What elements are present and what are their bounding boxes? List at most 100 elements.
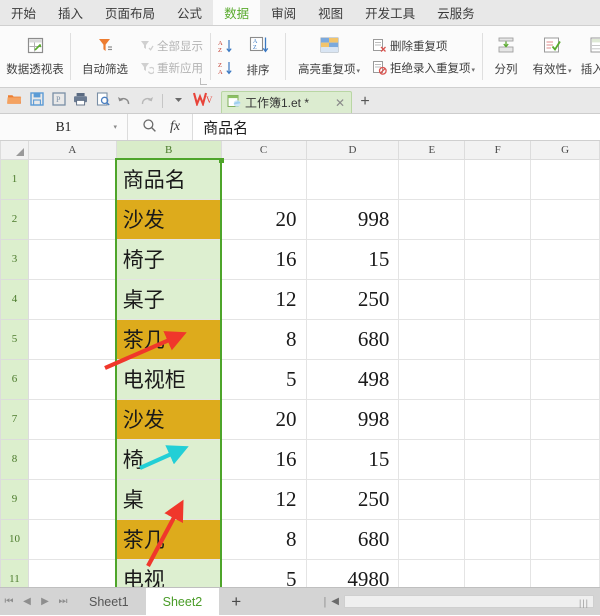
row-header-7[interactable]: 7 <box>0 398 29 440</box>
cell-G10[interactable] <box>530 518 600 560</box>
cell-A10[interactable] <box>27 518 117 560</box>
cell-F5[interactable] <box>464 318 532 360</box>
reapply-button[interactable]: 重新应用 <box>136 57 206 79</box>
cell-A9[interactable] <box>27 478 117 520</box>
document-tab-close-icon[interactable]: ✕ <box>335 96 345 110</box>
cell-E9[interactable] <box>398 478 466 520</box>
cell-A5[interactable] <box>27 318 117 360</box>
cell-C3[interactable]: 16 <box>220 238 307 280</box>
column-header-F[interactable]: F <box>464 141 532 160</box>
redo-button[interactable] <box>136 90 157 111</box>
cell-A2[interactable] <box>27 198 117 240</box>
reject-duplicates-button[interactable]: 拒绝录入重复项▾ <box>369 57 478 79</box>
column-header-C[interactable]: C <box>220 141 307 160</box>
cell-C9[interactable]: 12 <box>220 478 307 520</box>
cell-F3[interactable] <box>464 238 532 280</box>
cell-G6[interactable] <box>530 358 600 400</box>
select-all-corner[interactable] <box>0 141 29 160</box>
cell-B2[interactable]: 沙发 <box>115 198 222 240</box>
cell-G8[interactable] <box>530 438 600 480</box>
cell-D6[interactable]: 498 <box>305 358 400 400</box>
cell-D1[interactable] <box>305 158 400 200</box>
row-header-3[interactable]: 3 <box>0 238 29 280</box>
name-box[interactable]: B1 ▾ <box>0 114 128 140</box>
cell-F4[interactable] <box>464 278 532 320</box>
ribbon-tab-page-layout[interactable]: 页面布局 <box>94 0 166 25</box>
cell-B11[interactable]: 电视 <box>115 558 222 587</box>
cell-E4[interactable] <box>398 278 466 320</box>
cell-D2[interactable]: 998 <box>305 198 400 240</box>
sheet-tab-sheet1[interactable]: Sheet1 <box>72 588 146 616</box>
cell-G9[interactable] <box>530 478 600 520</box>
cell-D4[interactable]: 250 <box>305 278 400 320</box>
cell-E5[interactable] <box>398 318 466 360</box>
ribbon-tab-review[interactable]: 审阅 <box>260 0 307 25</box>
ribbon-tab-insert[interactable]: 插入 <box>47 0 94 25</box>
cell-E8[interactable] <box>398 438 466 480</box>
cell-B5[interactable]: 茶几 <box>115 318 222 360</box>
scroll-left-button[interactable]: ◀ <box>331 596 339 607</box>
cell-G1[interactable] <box>530 158 600 200</box>
cell-E2[interactable] <box>398 198 466 240</box>
cell-A11[interactable] <box>27 558 117 587</box>
save-button[interactable] <box>26 90 47 111</box>
save-as-button[interactable]: P <box>48 90 69 111</box>
row-header-6[interactable]: 6 <box>0 358 29 400</box>
cell-D10[interactable]: 680 <box>305 518 400 560</box>
cell-C6[interactable]: 5 <box>220 358 307 400</box>
cell-C5[interactable]: 8 <box>220 318 307 360</box>
insert-dropdown-button[interactable]: 插入下 <box>578 26 600 87</box>
cell-D7[interactable]: 998 <box>305 398 400 440</box>
cell-A3[interactable] <box>27 238 117 280</box>
cell-B1[interactable]: 商品名 <box>115 158 222 200</box>
autofilter-button[interactable]: 自动筛选 <box>74 26 136 87</box>
ribbon-tab-developer[interactable]: 开发工具 <box>354 0 426 25</box>
customize-qat-button[interactable] <box>168 90 189 111</box>
cell-D11[interactable]: 4980 <box>305 558 400 587</box>
cell-E3[interactable] <box>398 238 466 280</box>
row-header-5[interactable]: 5 <box>0 318 29 360</box>
cell-G5[interactable] <box>530 318 600 360</box>
next-sheet-button[interactable]: ▶ <box>36 596 54 607</box>
cell-A7[interactable] <box>27 398 117 440</box>
cell-C4[interactable]: 12 <box>220 278 307 320</box>
cell-C7[interactable]: 20 <box>220 398 307 440</box>
cell-E1[interactable] <box>398 158 466 200</box>
row-header-8[interactable]: 8 <box>0 438 29 480</box>
cell-F7[interactable] <box>464 398 532 440</box>
cell-B3[interactable]: 椅子 <box>115 238 222 280</box>
cell-E11[interactable] <box>398 558 466 587</box>
cell-A6[interactable] <box>27 358 117 400</box>
print-button[interactable] <box>70 90 91 111</box>
column-header-A[interactable]: A <box>27 141 117 160</box>
search-icon[interactable] <box>142 118 157 136</box>
cell-D3[interactable]: 15 <box>305 238 400 280</box>
cell-C10[interactable]: 8 <box>220 518 307 560</box>
ribbon-tab-data[interactable]: 数据 <box>213 0 261 25</box>
cell-C2[interactable]: 20 <box>220 198 307 240</box>
filter-dialog-launcher[interactable] <box>200 78 207 85</box>
cell-F2[interactable] <box>464 198 532 240</box>
cell-F9[interactable] <box>464 478 532 520</box>
ribbon-tab-cloud[interactable]: 云服务 <box>426 0 486 25</box>
cell-F10[interactable] <box>464 518 532 560</box>
cell-G3[interactable] <box>530 238 600 280</box>
cell-B6[interactable]: 电视柜 <box>115 358 222 400</box>
cell-B10[interactable]: 茶几 <box>115 518 222 560</box>
new-document-tab-button[interactable]: + <box>353 91 377 113</box>
highlight-duplicates-button[interactable]: 高亮重复项▾ <box>289 26 369 87</box>
add-sheet-button[interactable]: + <box>219 592 253 612</box>
data-validation-button[interactable]: 有效性▾ <box>526 26 578 87</box>
row-header-1[interactable]: 1 <box>0 158 29 200</box>
sort-ascending-button[interactable]: A Z <box>214 35 235 57</box>
cell-G2[interactable] <box>530 198 600 240</box>
cell-B8[interactable]: 椅 <box>115 438 222 480</box>
cell-B7[interactable]: 沙发 <box>115 398 222 440</box>
row-header-9[interactable]: 9 <box>0 478 29 520</box>
pivot-table-button[interactable]: 数据透视表 <box>4 26 66 87</box>
cell-A1[interactable] <box>27 158 117 200</box>
column-header-E[interactable]: E <box>398 141 466 160</box>
sort-descending-button[interactable]: Z A <box>214 57 235 79</box>
sort-button[interactable]: A Z 排序 <box>235 26 281 87</box>
first-sheet-button[interactable]: ⏮ <box>0 596 18 607</box>
